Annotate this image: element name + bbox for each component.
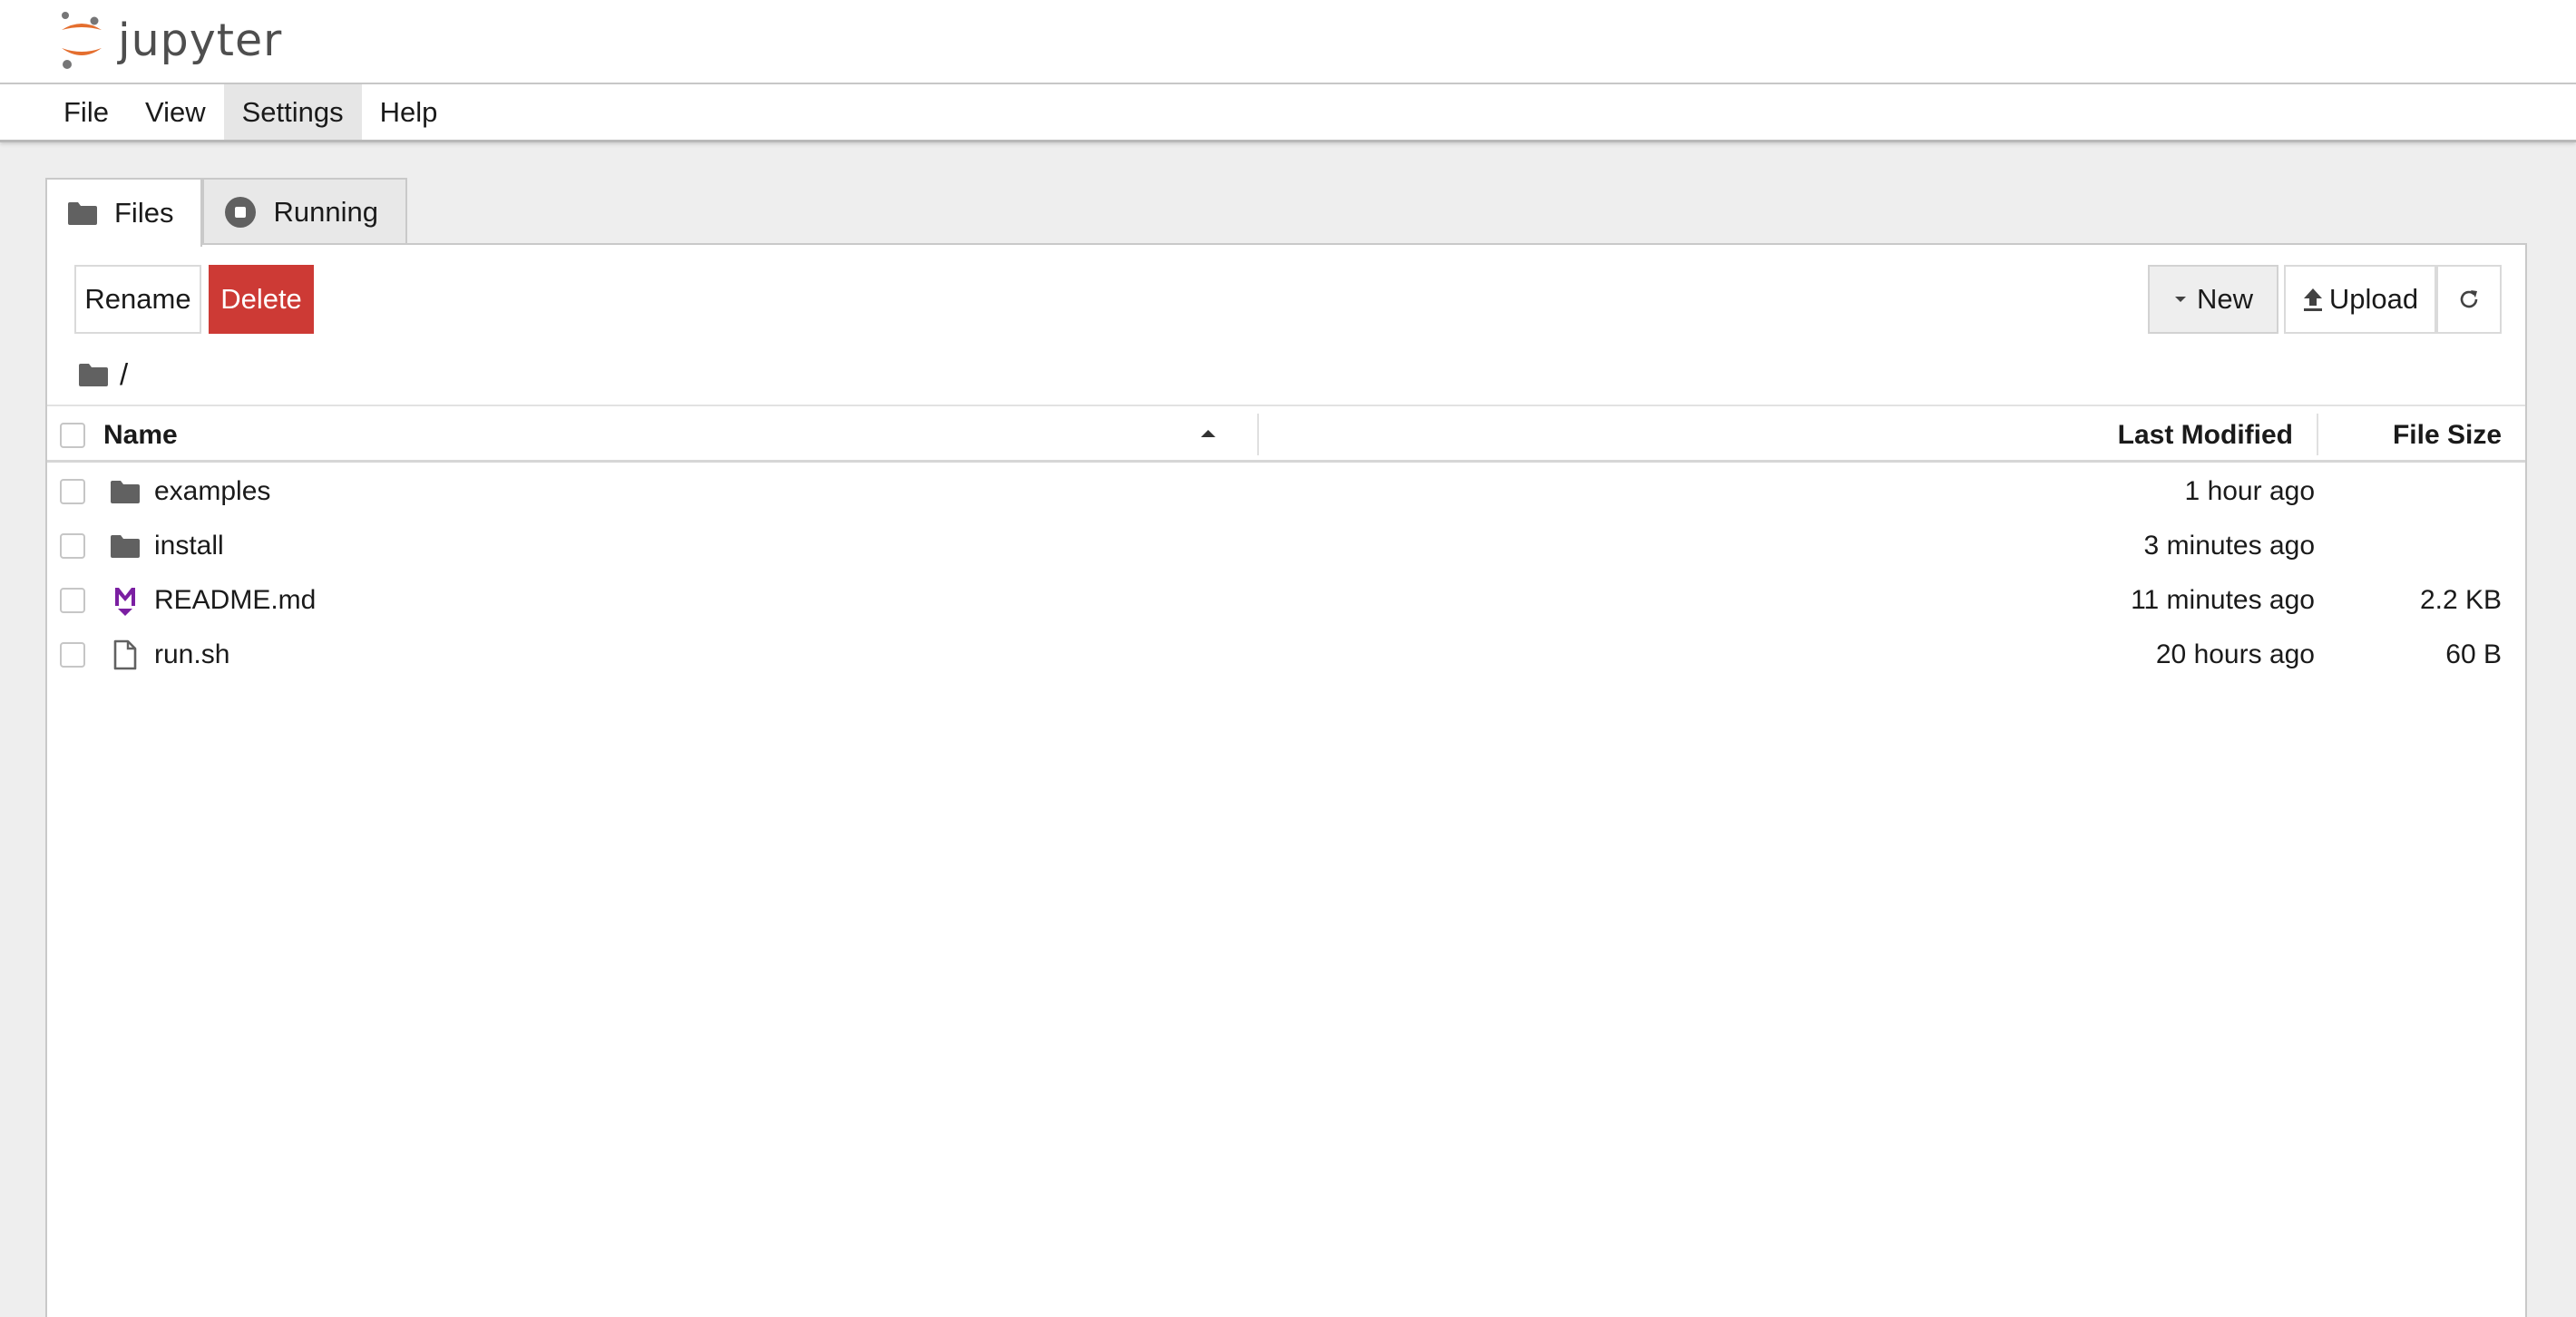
menu-bar: File View Settings Help [0, 84, 2576, 142]
menu-view[interactable]: View [127, 84, 224, 140]
sort-ascending-icon[interactable] [1199, 428, 1217, 439]
row-checkbox[interactable] [60, 533, 85, 559]
delete-button[interactable]: Delete [209, 265, 314, 334]
breadcrumb: / [78, 352, 128, 397]
folder-icon [109, 475, 141, 508]
file-name[interactable]: install [154, 519, 224, 573]
new-button-label: New [2196, 283, 2253, 315]
refresh-icon [2456, 287, 2482, 312]
file-modified: 20 hours ago [2155, 639, 2315, 669]
row-checkbox[interactable] [60, 642, 85, 668]
column-last-modified[interactable]: Last Modified [2118, 406, 2293, 464]
header: jupyter [0, 0, 2576, 84]
file-modified: 3 minutes ago [2143, 531, 2315, 561]
column-divider[interactable] [1257, 414, 1259, 455]
table-row[interactable]: README.md 11 minutes ago 2.2 KB [47, 573, 2525, 628]
file-modified: 1 hour ago [2184, 476, 2315, 506]
breadcrumb-path[interactable]: / [120, 357, 128, 392]
jupyter-file-browser: jupyter File View Settings Help Files Ru… [0, 0, 2576, 1317]
folder-icon [67, 200, 98, 226]
table-row[interactable]: examples 1 hour ago [47, 464, 2525, 519]
folder-icon [109, 530, 141, 562]
home-folder-icon[interactable] [78, 362, 109, 387]
tab-files-label: Files [114, 197, 174, 229]
new-button[interactable]: New [2148, 265, 2278, 334]
logo-text: jupyter [118, 14, 283, 66]
row-checkbox[interactable] [60, 588, 85, 613]
table-header: Name Last Modified File Size [47, 405, 2525, 463]
row-checkbox[interactable] [60, 479, 85, 504]
file-name[interactable]: README.md [154, 573, 316, 628]
tab-bar: Files Running [45, 178, 407, 247]
file-name[interactable]: run.sh [154, 628, 229, 682]
file-name[interactable]: examples [154, 464, 270, 519]
tab-running-label: Running [273, 196, 378, 228]
menu-file[interactable]: File [45, 84, 127, 140]
file-modified: 11 minutes ago [2131, 585, 2315, 615]
file-icon [109, 639, 141, 671]
table-row[interactable]: install 3 minutes ago [47, 519, 2525, 573]
upload-button[interactable]: Upload [2284, 265, 2436, 334]
refresh-button[interactable] [2436, 265, 2502, 334]
jupyter-logo-icon [62, 12, 102, 69]
tab-files[interactable]: Files [45, 178, 203, 247]
menu-help[interactable]: Help [362, 84, 456, 140]
select-all-checkbox[interactable] [60, 423, 85, 448]
column-divider[interactable] [2317, 414, 2318, 455]
tab-running[interactable]: Running [202, 178, 407, 245]
menu-settings[interactable]: Settings [223, 84, 362, 140]
caret-down-icon [2173, 295, 2188, 304]
upload-button-label: Upload [2328, 283, 2419, 315]
file-panel: Rename Delete New Upload / Name Last Mod… [45, 243, 2527, 1317]
file-size: 60 B [2445, 639, 2502, 669]
jupyter-logo[interactable]: jupyter [58, 7, 282, 73]
file-size: 2.2 KB [2419, 585, 2502, 615]
column-name[interactable]: Name [103, 406, 178, 464]
markdown-icon [109, 584, 141, 617]
rename-button[interactable]: Rename [74, 265, 201, 334]
stop-circle-icon [224, 196, 257, 229]
column-file-size[interactable]: File Size [2393, 406, 2502, 464]
table-row[interactable]: run.sh 20 hours ago 60 B [47, 628, 2525, 682]
upload-icon [2302, 287, 2324, 312]
